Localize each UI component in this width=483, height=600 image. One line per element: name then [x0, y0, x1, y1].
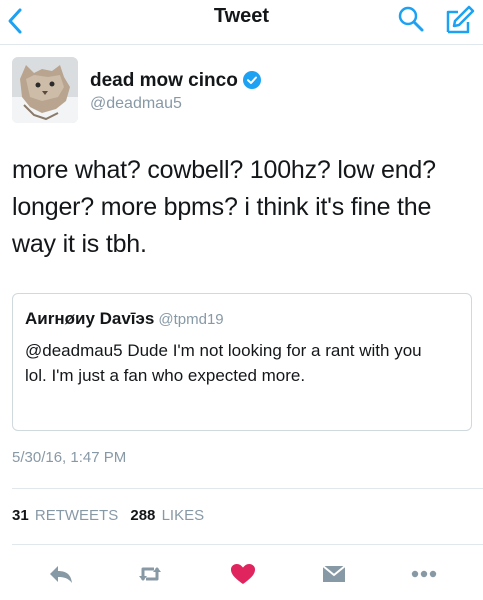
more-icon — [411, 570, 437, 578]
nav-bar: Tweet — [0, 0, 483, 45]
verified-badge-icon — [242, 71, 261, 89]
search-button[interactable] — [396, 4, 426, 34]
avatar-image — [12, 57, 78, 123]
reply-icon — [50, 566, 72, 583]
quote-author-handle: @tpmd19 — [158, 311, 224, 328]
action-bar — [0, 552, 483, 596]
user-name[interactable]: dead mow cinco — [90, 70, 261, 92]
retweet-button[interactable] — [136, 562, 164, 586]
like-label[interactable]: LIKES — [162, 507, 205, 524]
reply-button[interactable] — [47, 562, 75, 586]
like-button[interactable] — [229, 562, 257, 586]
tweet-text: more what? cowbell? 100hz? low end? long… — [12, 156, 436, 258]
compose-button[interactable] — [442, 2, 476, 36]
user-handle[interactable]: @deadmau5 — [90, 95, 182, 113]
timestamp: 5/30/16, 1:47 PM — [12, 449, 127, 466]
quote-author: Аиrнøиу Davīэs @tpmd19 — [25, 309, 224, 329]
divider — [12, 544, 483, 545]
divider — [12, 488, 483, 489]
quote-text: @deadmau5 Dude I'm not looking for a ran… — [25, 341, 422, 385]
search-icon — [398, 6, 424, 32]
retweet-label[interactable]: RETWEETS — [35, 507, 118, 524]
more-button[interactable] — [410, 562, 438, 586]
compose-icon — [446, 5, 475, 34]
quote-author-name: Аиrнøиу Davīэs — [25, 309, 155, 328]
retweet-count[interactable]: 31 — [12, 507, 29, 524]
engagement-stats: 31 RETWEETS 288 LIKES — [12, 507, 212, 524]
quoted-tweet[interactable]: Аиrнøиу Davīэs @tpmd19 @deadmau5 Dude I'm… — [12, 293, 472, 431]
message-icon — [322, 565, 346, 582]
like-count[interactable]: 288 — [130, 507, 155, 524]
user-name-text: dead mow cinco — [90, 70, 238, 91]
retweet-icon — [139, 567, 161, 581]
like-icon — [231, 564, 255, 584]
direct-message-button[interactable] — [320, 562, 348, 586]
avatar[interactable] — [12, 57, 78, 123]
